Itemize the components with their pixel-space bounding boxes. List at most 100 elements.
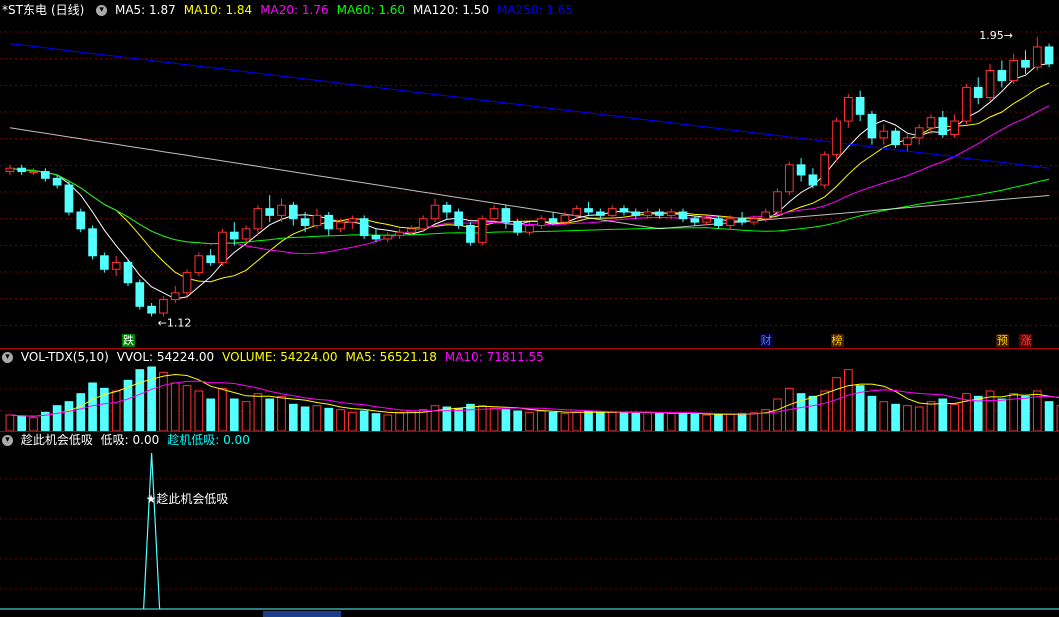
- volume-bar[interactable]: [359, 410, 369, 431]
- volume-bar[interactable]: [194, 390, 204, 431]
- candle[interactable]: [29, 168, 38, 175]
- price-panel[interactable]: ←1.12 1.95→ *ST东电 (日线) ▾ MA5: 1.87 MA10: 1.…: [0, 0, 1059, 349]
- volume-bar[interactable]: [277, 395, 286, 431]
- collapse-icon[interactable]: ▾: [2, 435, 13, 446]
- event-tag[interactable]: 跌: [121, 334, 135, 347]
- volume-bar[interactable]: [643, 411, 652, 431]
- event-tag[interactable]: 财: [759, 334, 773, 347]
- volume-bar[interactable]: [182, 385, 192, 431]
- candle[interactable]: [962, 84, 971, 125]
- volume-bar[interactable]: [513, 410, 523, 431]
- candle[interactable]: [844, 94, 853, 128]
- candle[interactable]: [690, 215, 700, 226]
- candle[interactable]: [123, 259, 133, 287]
- candle[interactable]: [182, 269, 192, 297]
- candle[interactable]: [619, 205, 629, 216]
- volume-bar[interactable]: [206, 398, 215, 431]
- volume-bar[interactable]: [584, 410, 593, 431]
- candle[interactable]: [1032, 36, 1042, 71]
- candle[interactable]: [430, 198, 440, 223]
- volume-bar[interactable]: [17, 415, 27, 431]
- candle[interactable]: [737, 212, 747, 226]
- volume-bar[interactable]: [903, 405, 912, 431]
- candle[interactable]: [218, 228, 227, 266]
- candle[interactable]: [253, 205, 263, 236]
- volume-bar[interactable]: [489, 407, 499, 431]
- volume-bar[interactable]: [395, 411, 404, 431]
- volume-bar[interactable]: [430, 405, 440, 431]
- candle[interactable]: [536, 215, 546, 229]
- event-tag[interactable]: 预: [995, 334, 1009, 347]
- candle[interactable]: [938, 110, 948, 138]
- volume-bar[interactable]: [607, 411, 617, 431]
- volume-bar[interactable]: [147, 366, 156, 431]
- volume-bar[interactable]: [312, 405, 322, 431]
- candle[interactable]: [631, 208, 641, 219]
- indicator-panel[interactable]: ★趁此机会低吸 ▾ 趁此机会低吸 低吸: 0.00 趁机低吸: 0.00: [0, 431, 1059, 617]
- candle[interactable]: [950, 114, 959, 138]
- volume-bar[interactable]: [52, 405, 62, 431]
- candle[interactable]: [501, 205, 511, 229]
- candle[interactable]: [808, 168, 818, 189]
- volume-bar[interactable]: [218, 387, 227, 431]
- candle[interactable]: [17, 164, 27, 175]
- candle[interactable]: [678, 208, 688, 223]
- candle[interactable]: [348, 215, 357, 229]
- volume-bar[interactable]: [914, 406, 924, 431]
- candle[interactable]: [985, 63, 995, 101]
- candle[interactable]: [324, 212, 334, 236]
- candle[interactable]: [395, 228, 404, 239]
- volume-bar[interactable]: [253, 393, 263, 431]
- candle[interactable]: [170, 286, 180, 303]
- candle[interactable]: [265, 195, 275, 223]
- candle[interactable]: [76, 208, 86, 233]
- candle[interactable]: [914, 124, 924, 145]
- volume-bar[interactable]: [749, 412, 759, 431]
- volume-bar[interactable]: [973, 395, 983, 431]
- candle[interactable]: [135, 279, 145, 310]
- volume-bar[interactable]: [926, 401, 936, 431]
- volume-bar[interactable]: [383, 414, 393, 431]
- volume-panel[interactable]: ▾ VOL-TDX(5,10) VVOL: 54224.00 VOLUME: 54…: [0, 349, 1059, 431]
- volume-bar[interactable]: [371, 413, 381, 431]
- volume-bar[interactable]: [891, 403, 900, 431]
- candle[interactable]: [607, 205, 617, 219]
- volume-bar[interactable]: [714, 413, 723, 431]
- candle[interactable]: [477, 215, 487, 246]
- candle[interactable]: [997, 60, 1007, 88]
- candle[interactable]: [820, 151, 830, 189]
- event-tag[interactable]: 榜: [830, 334, 844, 347]
- volume-bar[interactable]: [536, 410, 546, 431]
- candle[interactable]: [88, 225, 97, 260]
- volume-bar[interactable]: [997, 398, 1007, 431]
- volume-bar[interactable]: [808, 395, 818, 431]
- volume-bar[interactable]: [288, 403, 298, 431]
- collapse-icon[interactable]: ▾: [2, 352, 13, 363]
- candle[interactable]: [454, 208, 463, 229]
- volume-bar[interactable]: [135, 369, 145, 431]
- volume-bar[interactable]: [655, 412, 664, 431]
- candle[interactable]: [891, 127, 900, 148]
- volume-bar[interactable]: [596, 411, 605, 431]
- volume-bar[interactable]: [525, 411, 534, 431]
- candle[interactable]: [973, 77, 983, 105]
- volume-bar[interactable]: [111, 390, 121, 431]
- volume-bar[interactable]: [572, 411, 582, 431]
- volume-bar[interactable]: [466, 403, 475, 431]
- candle[interactable]: [206, 249, 215, 266]
- candle[interactable]: [442, 201, 452, 219]
- candle[interactable]: [359, 215, 369, 239]
- volume-bar[interactable]: [690, 413, 700, 431]
- volume-bar[interactable]: [844, 369, 853, 431]
- candle[interactable]: [773, 188, 782, 216]
- candle[interactable]: [288, 201, 298, 226]
- volume-bar[interactable]: [5, 414, 15, 431]
- volume-bar[interactable]: [867, 395, 877, 431]
- candle[interactable]: [1021, 50, 1030, 74]
- candle[interactable]: [832, 117, 841, 162]
- candle[interactable]: [5, 164, 15, 175]
- candle[interactable]: [229, 222, 239, 246]
- volume-bar[interactable]: [324, 407, 334, 431]
- candle[interactable]: [784, 161, 794, 196]
- candle[interactable]: [159, 296, 168, 317]
